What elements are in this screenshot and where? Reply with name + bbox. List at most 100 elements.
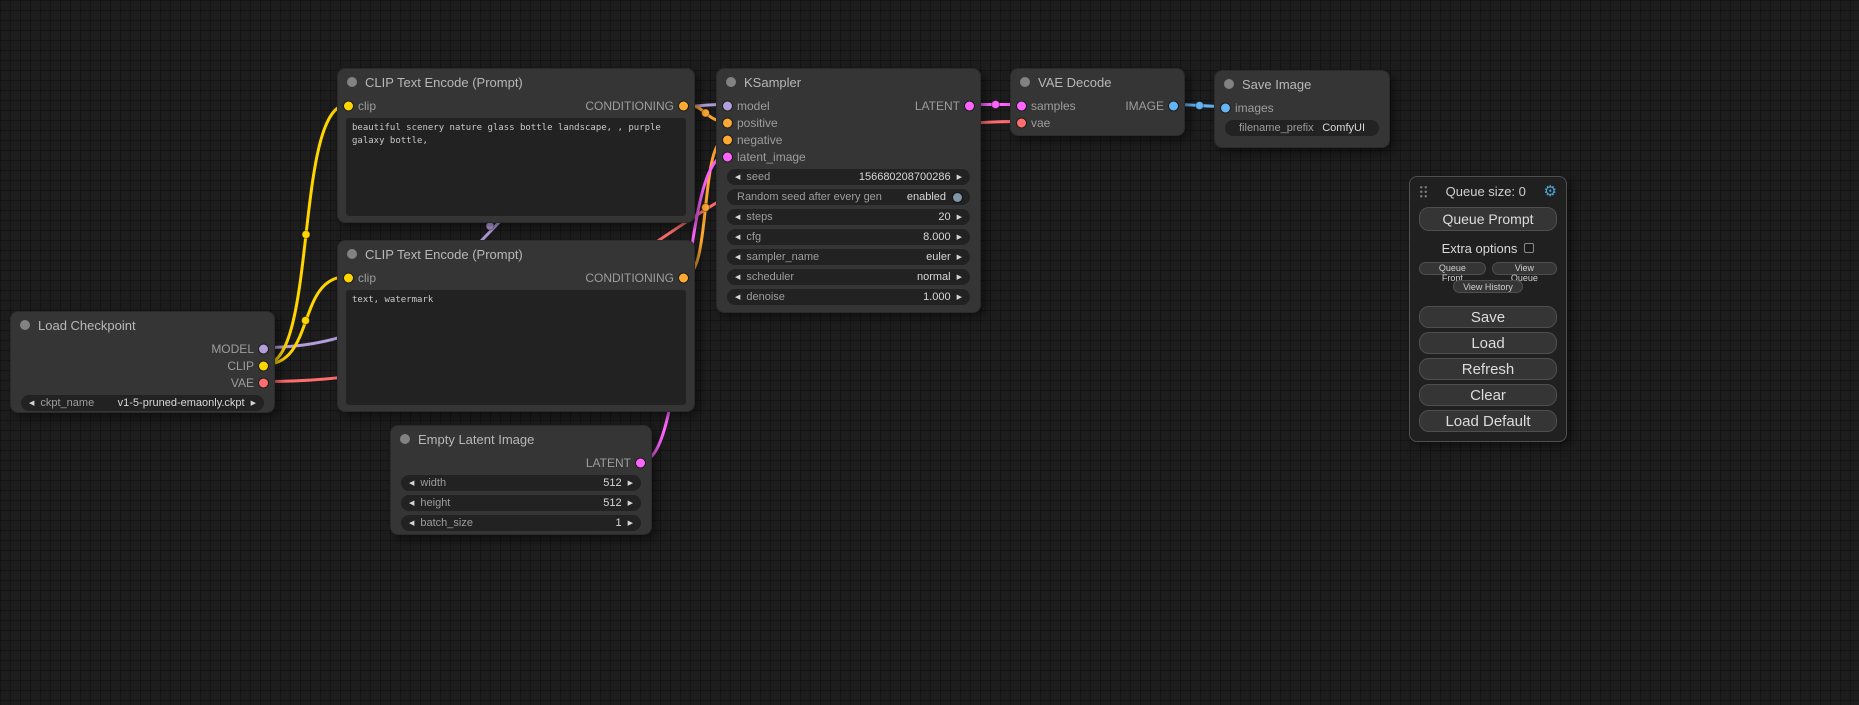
- widget-sampler-name[interactable]: sampler_name euler: [727, 249, 970, 265]
- image-output-port[interactable]: [1169, 101, 1178, 110]
- increment-arrow-icon[interactable]: [957, 254, 962, 261]
- clip-output-port[interactable]: [259, 361, 268, 370]
- vae-input-port[interactable]: [1017, 118, 1026, 127]
- node-header[interactable]: VAE Decode: [1011, 69, 1184, 95]
- positive-input-port[interactable]: [723, 118, 732, 127]
- decrement-arrow-icon[interactable]: [735, 234, 740, 241]
- load-button[interactable]: Load: [1419, 332, 1557, 354]
- refresh-button[interactable]: Refresh: [1419, 358, 1557, 380]
- widget-height[interactable]: height 512: [401, 495, 641, 511]
- node-vae-decode[interactable]: VAE Decode samples IMAGE vae: [1010, 68, 1185, 136]
- increment-arrow-icon[interactable]: [957, 274, 962, 281]
- widget-value: 8.000: [923, 231, 951, 243]
- save-button[interactable]: Save: [1419, 306, 1557, 328]
- increment-arrow-icon[interactable]: [957, 174, 962, 181]
- load-default-button[interactable]: Load Default: [1419, 410, 1557, 432]
- decrement-arrow-icon[interactable]: [735, 214, 740, 221]
- queue-front-button[interactable]: Queue Front: [1419, 262, 1486, 275]
- extra-options-checkbox[interactable]: [1524, 243, 1534, 253]
- decrement-arrow-icon[interactable]: [735, 274, 740, 281]
- latent-image-input-port[interactable]: [723, 152, 732, 161]
- model-output-port[interactable]: [259, 344, 268, 353]
- increment-arrow-icon[interactable]: [628, 480, 633, 487]
- wire-midpoint-dot: [702, 204, 710, 212]
- view-queue-button[interactable]: View Queue: [1492, 262, 1557, 275]
- decrement-arrow-icon[interactable]: [735, 294, 740, 301]
- node-header[interactable]: Load Checkpoint: [11, 312, 274, 338]
- widget-name: scheduler: [746, 271, 794, 283]
- queue-prompt-button[interactable]: Queue Prompt: [1419, 207, 1557, 231]
- queue-buttons-row: Queue Front View Queue: [1419, 262, 1557, 275]
- node-clip-text-encode-negative[interactable]: CLIP Text Encode (Prompt) clip CONDITION…: [337, 240, 695, 412]
- collapse-dot-icon[interactable]: [1020, 77, 1030, 87]
- collapse-dot-icon[interactable]: [726, 77, 736, 87]
- decrement-arrow-icon[interactable]: [29, 400, 34, 407]
- model-input-port[interactable]: [723, 101, 732, 110]
- widget-width[interactable]: width 512: [401, 475, 641, 491]
- slot-label: samples: [1031, 99, 1076, 113]
- images-input-port[interactable]: [1221, 103, 1230, 112]
- decrement-arrow-icon[interactable]: [409, 520, 414, 527]
- input-slot-images: images: [1215, 99, 1389, 116]
- decrement-arrow-icon[interactable]: [409, 500, 414, 507]
- widget-scheduler[interactable]: scheduler normal: [727, 269, 970, 285]
- increment-arrow-icon[interactable]: [628, 520, 633, 527]
- node-empty-latent-image[interactable]: Empty Latent Image LATENT width 512 heig…: [390, 425, 652, 535]
- node-header[interactable]: KSampler: [717, 69, 980, 95]
- collapse-dot-icon[interactable]: [1224, 79, 1234, 89]
- input-slot-latent-image: latent_image: [717, 148, 980, 165]
- samples-input-port[interactable]: [1017, 101, 1026, 110]
- widget-name: batch_size: [420, 517, 473, 529]
- widget-name: seed: [746, 171, 770, 183]
- decrement-arrow-icon[interactable]: [735, 254, 740, 261]
- drag-handle-icon[interactable]: [1419, 185, 1428, 198]
- latent-output-port[interactable]: [965, 101, 974, 110]
- increment-arrow-icon[interactable]: [957, 294, 962, 301]
- node-save-image[interactable]: Save Image images filename_prefix ComfyU…: [1214, 70, 1390, 148]
- widget-ckpt-name[interactable]: ckpt_name v1-5-pruned-emaonly.ckpt: [21, 395, 264, 411]
- collapse-dot-icon[interactable]: [347, 77, 357, 87]
- slot-label: clip: [358, 271, 376, 285]
- widget-random-seed-toggle[interactable]: Random seed after every gen enabled: [727, 189, 970, 205]
- conditioning-output-port[interactable]: [679, 101, 688, 110]
- prompt-textarea[interactable]: beautiful scenery nature glass bottle la…: [346, 118, 686, 216]
- node-load-checkpoint[interactable]: Load Checkpoint MODEL CLIP VAE ckpt_name…: [10, 311, 275, 413]
- latent-output-port[interactable]: [636, 458, 645, 467]
- collapse-dot-icon[interactable]: [400, 434, 410, 444]
- collapse-dot-icon[interactable]: [20, 320, 30, 330]
- conditioning-output-port[interactable]: [679, 273, 688, 282]
- increment-arrow-icon[interactable]: [957, 214, 962, 221]
- wire-midpoint-dot: [302, 231, 310, 239]
- node-header[interactable]: Save Image: [1215, 71, 1389, 97]
- widget-batch-size[interactable]: batch_size 1: [401, 515, 641, 531]
- prompt-textarea[interactable]: text, watermark: [346, 290, 686, 405]
- increment-arrow-icon[interactable]: [628, 500, 633, 507]
- decrement-arrow-icon[interactable]: [735, 174, 740, 181]
- node-canvas[interactable]: Load Checkpoint MODEL CLIP VAE ckpt_name…: [0, 0, 1859, 705]
- node-header[interactable]: Empty Latent Image: [391, 426, 651, 452]
- widget-filename-prefix[interactable]: filename_prefix ComfyUI: [1225, 120, 1379, 136]
- widget-steps[interactable]: steps 20: [727, 209, 970, 225]
- clip-input-port[interactable]: [344, 101, 353, 110]
- view-history-button[interactable]: View History: [1453, 280, 1523, 293]
- widget-seed[interactable]: seed 156680208700286: [727, 169, 970, 185]
- clip-input-port[interactable]: [344, 273, 353, 282]
- collapse-dot-icon[interactable]: [347, 249, 357, 259]
- settings-gear-icon[interactable]: [1544, 184, 1557, 199]
- widget-value: 512: [603, 477, 621, 489]
- node-ksampler[interactable]: KSampler model LATENT positive negative …: [716, 68, 981, 313]
- clear-button[interactable]: Clear: [1419, 384, 1557, 406]
- widget-name: ckpt_name: [40, 397, 94, 409]
- node-header[interactable]: CLIP Text Encode (Prompt): [338, 69, 694, 95]
- vae-output-port[interactable]: [259, 378, 268, 387]
- increment-arrow-icon[interactable]: [957, 234, 962, 241]
- increment-arrow-icon[interactable]: [251, 400, 256, 407]
- decrement-arrow-icon[interactable]: [409, 480, 414, 487]
- widget-name: cfg: [746, 231, 761, 243]
- toggle-dot-icon[interactable]: [953, 193, 962, 202]
- widget-cfg[interactable]: cfg 8.000: [727, 229, 970, 245]
- widget-denoise[interactable]: denoise 1.000: [727, 289, 970, 305]
- node-clip-text-encode-positive[interactable]: CLIP Text Encode (Prompt) clip CONDITION…: [337, 68, 695, 223]
- node-header[interactable]: CLIP Text Encode (Prompt): [338, 241, 694, 267]
- negative-input-port[interactable]: [723, 135, 732, 144]
